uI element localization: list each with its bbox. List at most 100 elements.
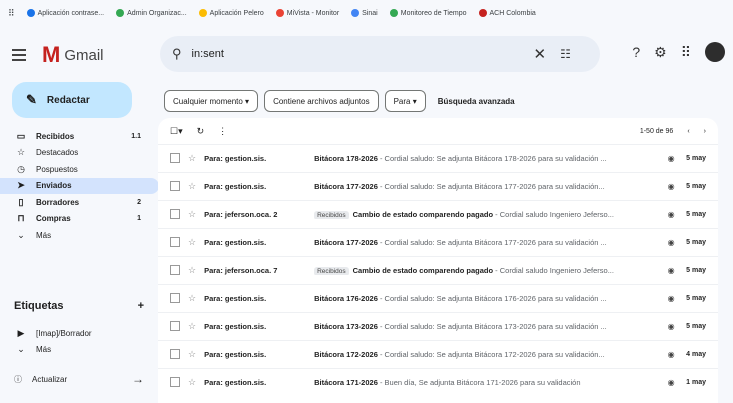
bookmark-item[interactable]: ACH Colombia bbox=[478, 9, 536, 17]
previous-page-icon[interactable]: ‹ bbox=[687, 128, 689, 135]
subject-line: Recibidos Cambio de estado comparendo pag… bbox=[314, 266, 654, 275]
row-checkbox[interactable] bbox=[170, 349, 180, 359]
bookmark-item[interactable]: Admin Organizac... bbox=[116, 9, 187, 17]
row-checkbox[interactable] bbox=[170, 181, 180, 191]
star-icon[interactable]: ☆ bbox=[188, 181, 196, 192]
snippet: - Cordial saludo: Se adjunta Bitácora 17… bbox=[377, 181, 605, 191]
table-row[interactable]: ☆ Para: gestion.sis. Bitácora 177-2026 - C… bbox=[158, 228, 718, 255]
star-icon[interactable]: ☆ bbox=[188, 265, 196, 276]
unread-count: 1.1 bbox=[131, 132, 141, 140]
star-icon[interactable]: ☆ bbox=[188, 237, 196, 248]
attachment-icon[interactable]: ◉ bbox=[664, 182, 678, 191]
bookmark-item[interactable]: Aplicación contrase... bbox=[26, 9, 104, 17]
table-row[interactable]: ☆ Para: gestion.sis. Bitácora 173-2026 - C… bbox=[158, 312, 718, 339]
recipient: Para: gestion.sis. bbox=[204, 293, 267, 303]
attachment-icon[interactable]: ◉ bbox=[664, 238, 678, 247]
sidebar-item-label: Enviados bbox=[36, 181, 72, 191]
sidebar-item-label: Recibidos bbox=[36, 131, 75, 141]
gmail-logo[interactable]: M Gmail bbox=[42, 42, 104, 68]
refresh-icon[interactable]: ↻ bbox=[197, 126, 205, 137]
next-page-icon[interactable]: › bbox=[704, 128, 706, 135]
advanced-search-link[interactable]: Búsqueda avanzada bbox=[438, 97, 515, 106]
attachment-icon[interactable]: ◉ bbox=[664, 322, 678, 331]
star-icon[interactable]: ☆ bbox=[188, 321, 196, 332]
select-all-checkbox[interactable]: ☐▾ bbox=[170, 126, 183, 137]
attachment-icon[interactable]: ◉ bbox=[664, 294, 678, 303]
table-row[interactable]: ☆ Para: gestion.sis. Bitácora 178-2026 - C… bbox=[158, 144, 718, 171]
row-checkbox[interactable] bbox=[170, 293, 180, 303]
chip-has-attachment[interactable]: Contiene archivos adjuntos bbox=[264, 90, 379, 112]
tune-icon[interactable]: ☷ bbox=[560, 47, 571, 61]
attachment-icon[interactable]: ◉ bbox=[664, 210, 678, 219]
snippet: - Cordial saludo: Se adjunta Bitácora 17… bbox=[377, 237, 607, 247]
help-icon[interactable]: ? bbox=[632, 44, 640, 60]
sidebar-item-mas[interactable]: ⌄ Más bbox=[0, 227, 155, 244]
apps-icon[interactable]: ⠿ bbox=[681, 44, 691, 61]
date: 5 may bbox=[686, 322, 706, 330]
bookmark-item[interactable]: Aplicación Pelero bbox=[198, 9, 264, 17]
sidebar-item-enviados[interactable]: ➤ Enviados bbox=[0, 177, 159, 194]
row-checkbox[interactable] bbox=[170, 209, 180, 219]
apps-grid-icon[interactable]: ⠿ bbox=[8, 8, 15, 19]
sidebar-item-label: Destacados bbox=[36, 148, 79, 158]
subject-line: Bitácora 177-2026 - Cordial saludo: Se a… bbox=[314, 182, 654, 191]
row-checkbox[interactable] bbox=[170, 265, 180, 275]
search-input[interactable] bbox=[189, 47, 524, 61]
sidebar-item-pospuestos[interactable]: ◷ Pospuestos bbox=[0, 161, 155, 178]
row-checkbox[interactable] bbox=[170, 153, 180, 163]
star-icon[interactable]: ☆ bbox=[188, 293, 196, 304]
attachment-icon[interactable]: ◉ bbox=[664, 154, 678, 163]
search-bar[interactable]: ⚲ ✕ ☷ bbox=[160, 36, 600, 72]
star-icon[interactable]: ☆ bbox=[188, 377, 196, 388]
bookmark-label: ACH Colombia bbox=[489, 9, 536, 17]
row-checkbox[interactable] bbox=[170, 321, 180, 331]
table-row[interactable]: ☆ Para: gestion.sis. Bitácora 172-2026 - C… bbox=[158, 340, 718, 367]
arrow-right-icon[interactable]: → bbox=[132, 372, 144, 386]
sidebar-item-label: Más bbox=[36, 230, 52, 240]
bookmark-item[interactable]: Sinai bbox=[351, 9, 378, 17]
table-row[interactable]: ☆ Para: jeferson.oca. 7 Recibidos Cambio de… bbox=[158, 256, 718, 283]
update-row[interactable]: ⓘ Actualizar → bbox=[14, 372, 144, 386]
sidebar-item-compras[interactable]: ⊓ Compras 1 bbox=[0, 211, 155, 228]
list-toolbar: ☐▾ ↻ ⋮ 1-50 de 96 ‹ › bbox=[158, 118, 718, 144]
attachment-icon[interactable]: ◉ bbox=[664, 378, 678, 387]
snippet: - Cordial saludo: Se adjunta Bitácora 17… bbox=[377, 349, 605, 359]
star-icon[interactable]: ☆ bbox=[188, 153, 196, 164]
attachment-icon[interactable]: ◉ bbox=[664, 266, 678, 275]
chip-to-filter[interactable]: Para ▾ bbox=[384, 90, 426, 112]
table-row[interactable]: ☆ Para: gestion.sis. Bitácora 176-2026 - C… bbox=[158, 284, 718, 311]
row-checkbox[interactable] bbox=[170, 377, 180, 387]
table-row[interactable]: ☆ Para: gestion.sis. Bitácora 171-2026 - B… bbox=[158, 368, 718, 395]
date: 1 may bbox=[686, 378, 706, 386]
subject-line: Recibidos Cambio de estado comparendo pag… bbox=[314, 210, 654, 219]
label-item-imap-borrador[interactable]: ▶ [Imap]/Borrador bbox=[0, 325, 155, 342]
search-icon[interactable]: ⚲ bbox=[172, 46, 182, 62]
compose-button[interactable]: ✎ Redactar bbox=[12, 82, 132, 118]
bookmark-favicon-icon bbox=[116, 9, 125, 17]
more-options-icon[interactable]: ⋮ bbox=[218, 126, 227, 137]
main-menu-icon[interactable] bbox=[12, 44, 34, 66]
sidebar-item-borradores[interactable]: ▯ Borradores 2 bbox=[0, 194, 155, 211]
attachment-icon[interactable]: ◉ bbox=[664, 350, 678, 359]
label-badge: Recibidos bbox=[314, 266, 349, 275]
sidebar-item-destacados[interactable]: ☆ Destacados bbox=[0, 145, 155, 162]
table-row[interactable]: ☆ Para: gestion.sis. Bitácora 177-2026 - C… bbox=[158, 172, 718, 199]
bookmark-item[interactable]: MiVista - Monitor bbox=[275, 9, 339, 17]
close-icon[interactable]: ✕ bbox=[534, 45, 547, 63]
table-row[interactable]: ☆ Para: jeferson.oca. 2 Recibidos Cambio de… bbox=[158, 200, 718, 227]
bookmark-item[interactable]: Monitoreo de Tiempo bbox=[389, 9, 467, 17]
chip-time-filter[interactable]: Cualquier momento ▾ bbox=[164, 90, 259, 112]
search-chips: Cualquier momento ▾ Contiene archivos ad… bbox=[164, 90, 515, 112]
shopping-count: 1 bbox=[137, 215, 141, 223]
add-label-button[interactable]: + bbox=[138, 300, 144, 312]
label-item-mas[interactable]: ⌄ Más bbox=[0, 342, 155, 359]
inbox-icon: ▭ bbox=[16, 130, 26, 141]
sidebar-item-recibidos[interactable]: ▭ Recibidos 1.1 bbox=[0, 128, 155, 145]
label-item-label: [Imap]/Borrador bbox=[36, 328, 92, 338]
avatar[interactable] bbox=[705, 42, 725, 62]
star-icon[interactable]: ☆ bbox=[188, 209, 196, 220]
settings-icon[interactable]: ⚙ bbox=[654, 44, 667, 61]
compose-label: Redactar bbox=[46, 94, 90, 106]
star-icon[interactable]: ☆ bbox=[188, 349, 196, 360]
row-checkbox[interactable] bbox=[170, 237, 180, 247]
